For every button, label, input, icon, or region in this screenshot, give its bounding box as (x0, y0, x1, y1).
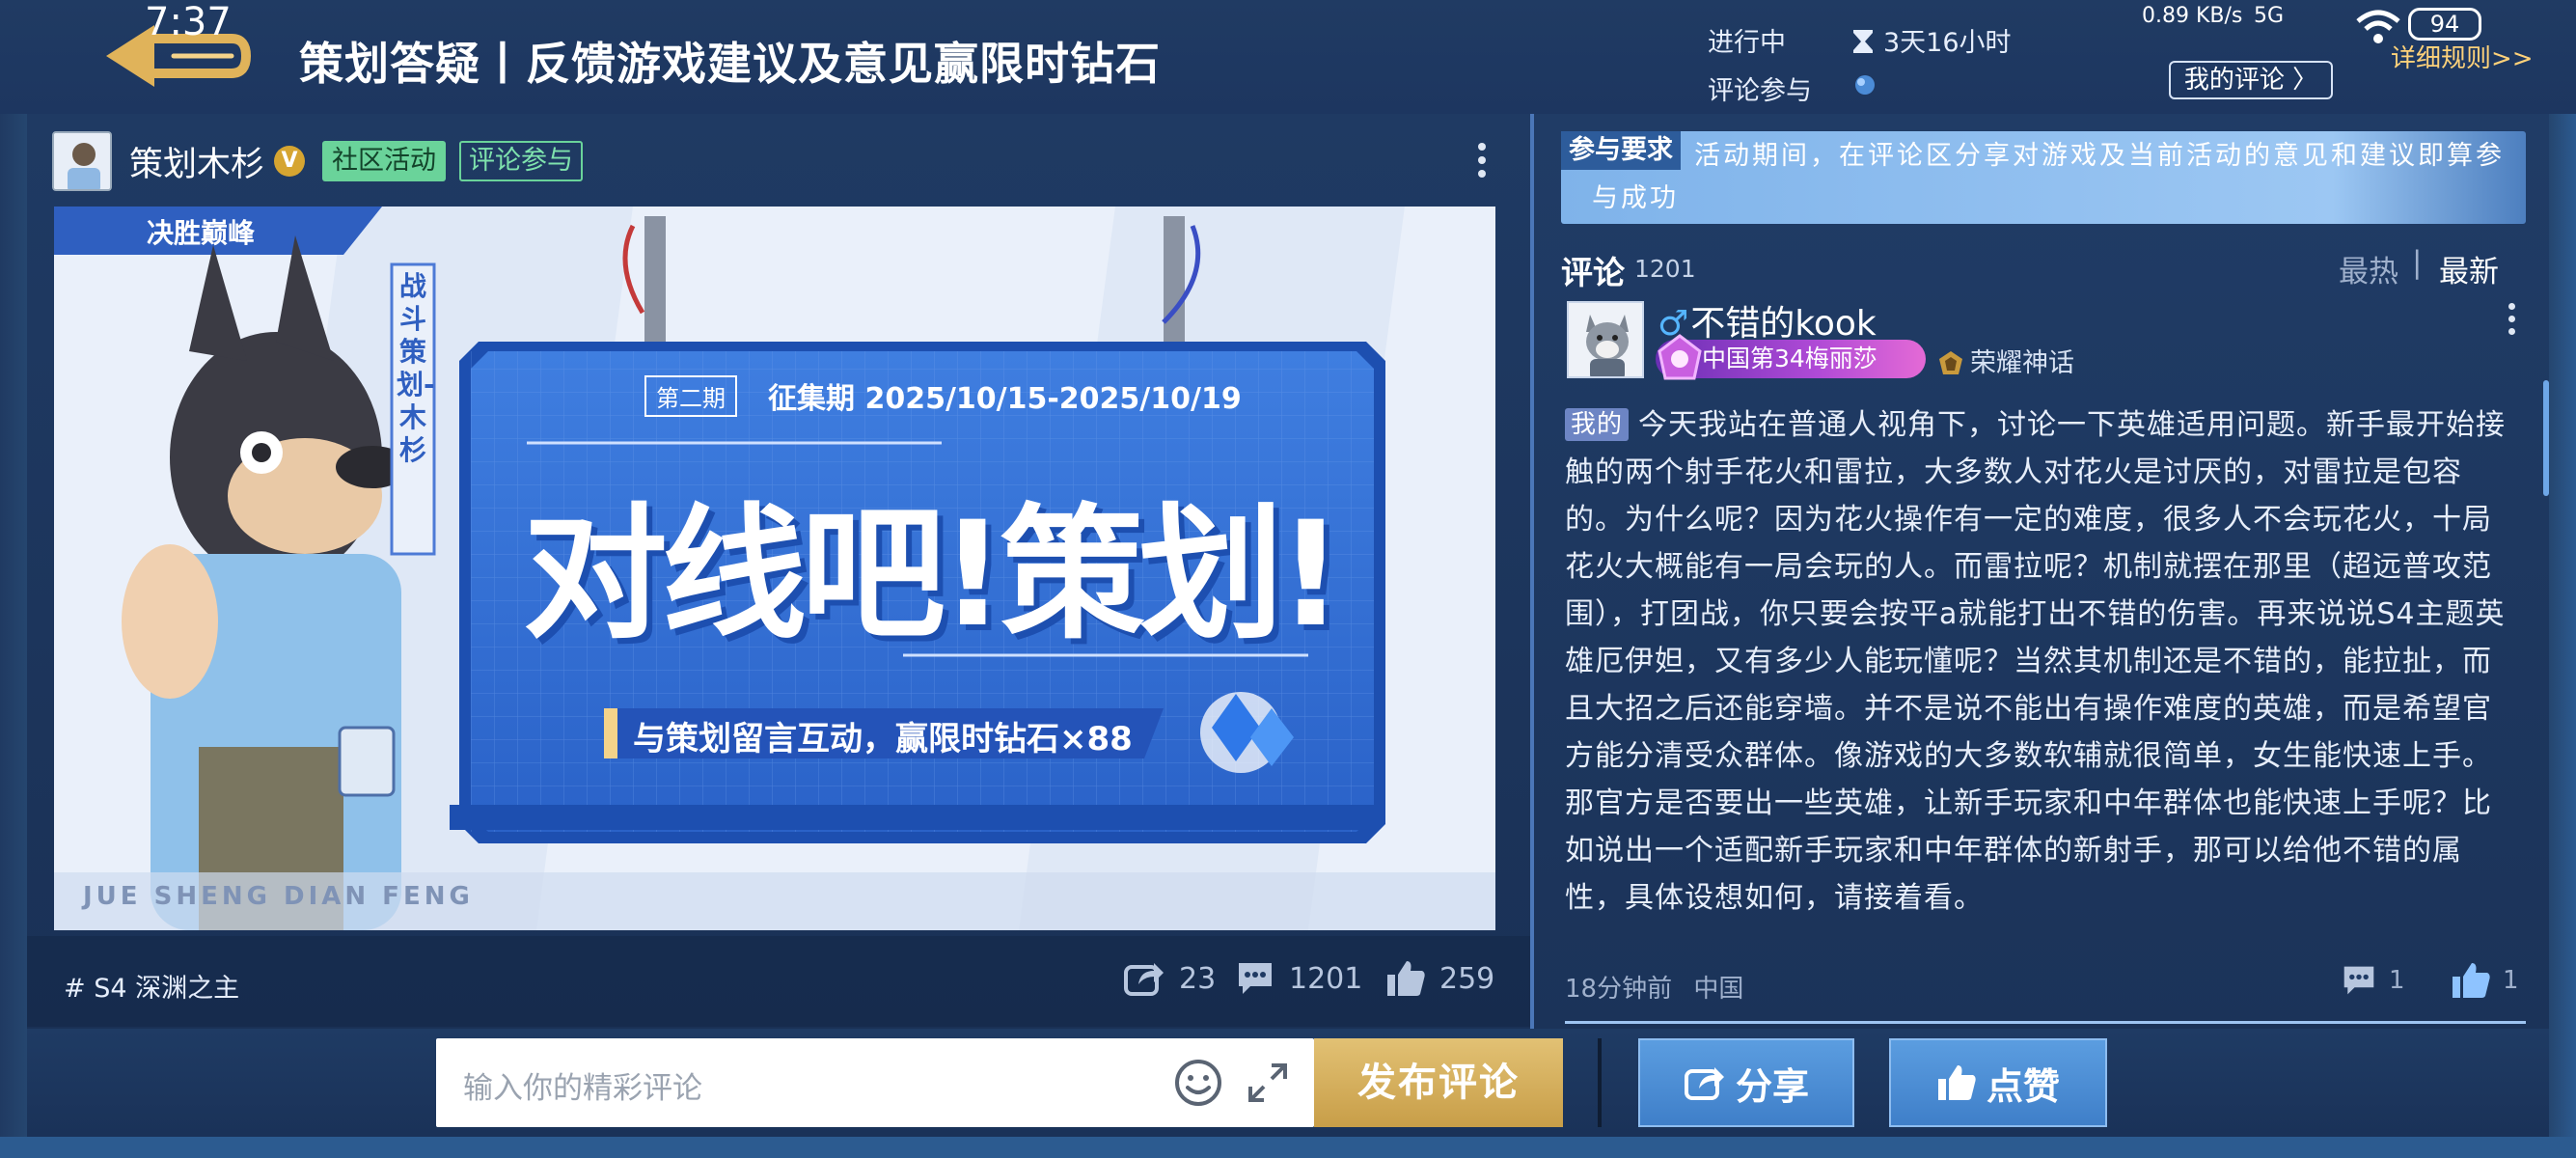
comment-like-button[interactable]: 1 (2451, 961, 2519, 1000)
submit-comment-button[interactable]: 发布评论 (1314, 1038, 1563, 1127)
expand-button[interactable] (1245, 1060, 1291, 1106)
banner-issue-tag: 第二期 (644, 375, 737, 417)
comments-label: 评论 (1561, 254, 1625, 291)
post-panel: 策划木杉 V 社区活动 评论参与 决胜巅峰 战斗策划-木杉 第二期 征集期 20… (27, 114, 1532, 1029)
post-like-count: 259 (1439, 961, 1495, 996)
bottom-strip (0, 1137, 2576, 1158)
top-bar: 7:37 策划答疑丨反馈游戏建议及意见赢限时钻石 进行中 3天16小时 评论参与… (0, 0, 2576, 114)
bottom-bar-divider (1598, 1038, 1602, 1127)
thumbs-up-icon (2453, 963, 2490, 998)
comment-input-placeholder: 输入你的精彩评论 (463, 1071, 702, 1106)
tag-community: 社区活动 (322, 141, 447, 181)
banner-headline: 对线吧!策划! (523, 491, 1344, 659)
time-remaining-text: 3天16小时 (1883, 28, 2012, 58)
globe-icon (1855, 75, 1875, 95)
commenter-username: 不错的kook (1690, 304, 1877, 344)
post-like-stat[interactable]: 259 (1385, 959, 1494, 998)
expand-icon (1248, 1063, 1287, 1102)
comment-body: 我的 今天我站在普通人视角下，讨论一下英雄适用问题。新手最开始接触的两个射手花火和… (1565, 401, 2510, 922)
comment-more-icon[interactable] (2505, 301, 2518, 340)
comment-text: 今天我站在普通人视角下，讨论一下英雄适用问题。新手最开始接触的两个射手花火和雷拉… (1565, 408, 2507, 915)
banner-vertical-label: 战斗策划-木杉 (397, 270, 435, 466)
author-name[interactable]: 策划木杉 (129, 137, 264, 186)
time-remaining: 3天16小时 (1850, 21, 2012, 59)
author-avatar-image (54, 133, 110, 189)
comment-like-count: 1 (2503, 966, 2519, 995)
status-label: 进行中 (1708, 28, 1786, 58)
page-title: 策划答疑丨反馈游戏建议及意见赢限时钻石 (299, 38, 1161, 90)
thumbs-up-icon (1937, 1065, 1976, 1100)
share-button[interactable]: 分享 (1638, 1038, 1854, 1127)
post-comment-count: 1201 (1289, 961, 1363, 996)
left-edge-decoration (0, 0, 27, 1158)
comment-time: 18分钟前 (1565, 975, 1673, 1004)
my-comment-button[interactable]: 我的评论 〉 (2169, 61, 2333, 99)
sort-hot-tab[interactable]: 最热 (2339, 247, 2398, 290)
rules-link[interactable]: 详细规则>> (2391, 39, 2534, 74)
mine-tag: 我的 (1565, 408, 1630, 441)
honor-crest-icon (1939, 351, 1962, 374)
participation-icon (1852, 69, 1877, 99)
comment-location: 中国 (1693, 975, 1744, 1004)
verified-badge-icon: V (274, 146, 306, 177)
commenter-avatar[interactable] (1567, 301, 1644, 378)
signal-label: 5G (2254, 4, 2285, 28)
emoji-icon (1175, 1060, 1221, 1106)
comment-reply-count: 1 (2389, 966, 2405, 995)
comments-header: 评论 1201 最热 | 最新 (1561, 243, 2526, 291)
banner-watermark: JUE SHENG DIAN FENG (83, 882, 474, 911)
requirement-text: 活动期间，在评论区分享对游戏及当前活动的意见和建议即算参与成功 (1592, 141, 2505, 213)
post-comment-stat[interactable]: 1201 (1235, 959, 1362, 998)
requirement-box: 活动期间，在评论区分享对游戏及当前活动的意见和建议即算参与成功 参与要求 (1561, 131, 2526, 224)
commenter-avatar-image (1569, 303, 1642, 376)
honor-title-text: 荣耀神话 (1970, 348, 2074, 378)
like-button-label: 点赞 (1986, 1064, 2060, 1108)
banner-brand: 决胜巅峰 (147, 217, 256, 249)
app-screen: 7:37 策划答疑丨反馈游戏建议及意见赢限时钻石 进行中 3天16小时 评论参与… (0, 0, 2576, 1158)
right-edge-decoration (2549, 0, 2576, 1158)
like-button[interactable]: 点赞 (1889, 1038, 2107, 1127)
post-share-count: 23 (1179, 961, 1217, 996)
post-banner-image: 决胜巅峰 战斗策划-木杉 第二期 征集期 2025/10/15-2025/10/… (54, 207, 1495, 930)
hourglass-icon (1853, 30, 1873, 53)
honor-title: 荣耀神话 (1937, 342, 2074, 379)
post-share-stat[interactable]: 23 (1123, 959, 1216, 998)
comment-input[interactable]: 输入你的精彩评论 (436, 1038, 1314, 1127)
banner-subline: 与策划留言互动，赢限时钻石×88 (633, 720, 1133, 758)
author-avatar[interactable] (52, 131, 112, 191)
comment-reply-button[interactable]: 1 (2341, 963, 2405, 998)
requirement-tag: 参与要求 (1561, 131, 1681, 170)
post-hashtag[interactable]: # S4 深渊之主 (64, 967, 239, 1005)
sort-separator: | (2412, 245, 2423, 280)
tag-comment-participation: 评论参与 (459, 141, 584, 181)
banner-period: 征集期 2025/10/15-2025/10/19 (768, 382, 1242, 416)
participation-label: 评论参与 (1708, 76, 1812, 106)
network-speed: 0.89 KB/s (2142, 4, 2243, 28)
comments-count: 1201 (1634, 255, 1696, 283)
status-time: 7:37 (145, 0, 232, 44)
comment-icon (1239, 963, 1272, 994)
comment-meta: 18分钟前 中国 (1565, 969, 1743, 1005)
comment-bubble-icon (2343, 966, 2374, 995)
battery-indicator: 94 (2408, 8, 2481, 41)
share-icon (1684, 1067, 1724, 1100)
share-icon (1124, 963, 1164, 996)
rank-gem-icon (1658, 334, 1702, 380)
comment-divider (1565, 1021, 2526, 1024)
comment-scrollbar[interactable] (2543, 380, 2549, 496)
post-more-icon[interactable] (1474, 139, 1490, 187)
thumbs-up-icon (1387, 961, 1425, 996)
comment-panel: 活动期间，在评论区分享对游戏及当前活动的意见和建议即算参与成功 参与要求 评论 … (1534, 114, 2549, 1029)
share-button-label: 分享 (1735, 1064, 1809, 1108)
sort-new-tab[interactable]: 最新 (2439, 247, 2499, 290)
post-header: 策划木杉 V 社区活动 评论参与 (52, 129, 584, 193)
emoji-button[interactable] (1173, 1058, 1223, 1108)
